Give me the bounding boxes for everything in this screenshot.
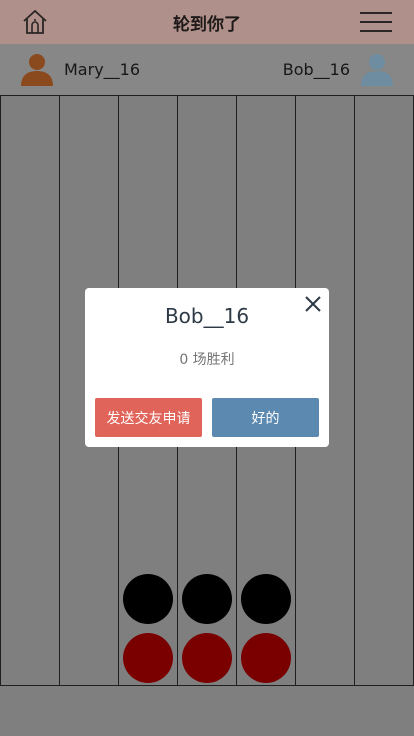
win-count-text: 0 场胜利 bbox=[179, 352, 235, 368]
red-disc bbox=[123, 633, 173, 683]
board-column-line bbox=[59, 96, 60, 685]
player-info-dialog: Bob__16 0 场胜利 发送交友申请 好的 bbox=[85, 288, 329, 447]
red-disc bbox=[182, 633, 232, 683]
black-disc bbox=[241, 574, 291, 624]
player-name-right: Bob__16 bbox=[282, 60, 350, 79]
black-disc bbox=[123, 574, 173, 624]
red-disc bbox=[241, 633, 291, 683]
ok-button[interactable]: 好的 bbox=[212, 398, 319, 437]
board-column-line bbox=[354, 96, 355, 685]
opponent-avatar-icon[interactable] bbox=[358, 51, 396, 89]
turn-title: 轮到你了 bbox=[173, 15, 241, 35]
hamburger-menu-icon[interactable] bbox=[360, 11, 392, 33]
dialog-title: Bob__16 bbox=[164, 304, 250, 328]
bottom-area bbox=[0, 686, 414, 736]
black-disc bbox=[182, 574, 232, 624]
send-friend-request-button[interactable]: 发送交友申请 bbox=[95, 398, 202, 437]
top-bar: 轮到你了 bbox=[0, 0, 414, 44]
player-avatar-icon[interactable] bbox=[18, 51, 56, 89]
board-column-line bbox=[0, 96, 1, 685]
player-name-left: Mary__16 bbox=[64, 60, 141, 79]
players-bar: Mary__16 Bob__16 bbox=[0, 44, 414, 95]
